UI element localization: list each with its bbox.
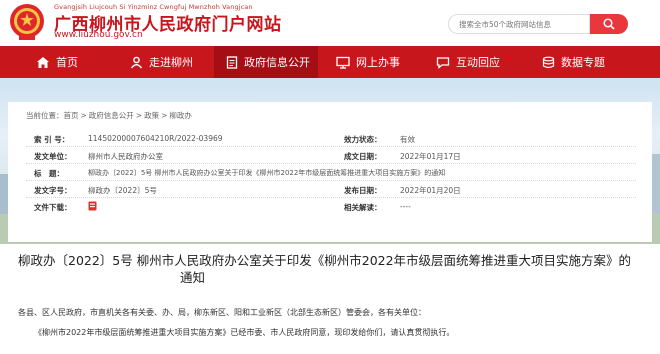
interpretation-label: 相关解读： xyxy=(344,203,382,212)
pdf-download-icon[interactable] xyxy=(88,201,97,211)
download-label: 文件下载： xyxy=(34,203,72,212)
nav-item-gov-info[interactable]: 政府信息公开 xyxy=(214,46,318,78)
info-row: 索 引 号： 1145020000760421­0R/2022-03969 效力… xyxy=(26,130,636,147)
pub-date-value: 2022年01月20日 xyxy=(400,186,461,195)
breadcrumb-separator: > xyxy=(135,111,143,120)
person-icon xyxy=(130,56,143,68)
breadcrumb-link-gov-info[interactable]: 政府信息公开 xyxy=(89,111,134,120)
breadcrumb-link-liuzhengban[interactable]: 柳政办 xyxy=(169,111,192,120)
nav-item-data[interactable]: 数据专题 xyxy=(542,46,605,78)
status-label: 效力状态： xyxy=(344,135,382,144)
national-emblem-icon xyxy=(10,4,44,40)
date-label: 成文日期： xyxy=(344,152,382,161)
info-row: 文件下载： 相关解读： ---- xyxy=(26,198,636,215)
monitor-icon xyxy=(336,56,350,69)
nav-item-online-services[interactable]: 网上办事 xyxy=(336,46,400,78)
status-value: 有效 xyxy=(400,135,415,144)
nav-label: 走进柳州 xyxy=(149,56,193,69)
nav-item-interaction[interactable]: 互动回应 xyxy=(436,46,500,78)
breadcrumb-link-policy[interactable]: 政策 xyxy=(144,111,159,120)
breadcrumb-separator: > xyxy=(161,111,168,120)
nav-item-about[interactable]: 走进柳州 xyxy=(130,46,193,78)
nav-label: 政府信息公开 xyxy=(244,56,310,69)
document-title: 柳政办〔2022〕5号 柳州市人民政府办公室关于印发《柳州市2022年市级层面统… xyxy=(18,252,642,286)
issuer-label: 发文单位： xyxy=(34,152,72,161)
issuer-value: 柳州市人民政府办公室 xyxy=(88,152,163,161)
interpretation-value: ---- xyxy=(400,202,411,211)
info-row: 发文字号： 柳政办〔2022〕5号 发布日期： 2022年01月20日 xyxy=(26,181,636,198)
site-url: www.liuzhou.gov.cn xyxy=(54,30,143,40)
document-info-panel: 当前位置：首页 > 政府信息公开 > 政策 > 柳政办 索 引 号： 11450200007… xyxy=(8,102,652,242)
title-value: 柳政办〔2022〕5号 柳州市人民政府办公室关于印发《柳州市2022年市级层面统… xyxy=(88,169,446,177)
document-body-paragraph: 《柳州市2022年市级层面统筹推进重大项目实施方案》已经市委、市人民政府同意，现… xyxy=(34,328,455,337)
index-value: 1145020000760421­0R/2022-03969 xyxy=(88,134,223,143)
nav-label: 首页 xyxy=(56,56,78,69)
info-row: 标 题： 柳政办〔2022〕5号 柳州市人民政府办公室关于印发《柳州市2022年… xyxy=(26,164,636,181)
search-icon xyxy=(603,18,615,30)
nav-label: 互动回应 xyxy=(456,56,500,69)
data-icon xyxy=(542,56,555,68)
document-title-line2: 通知 xyxy=(180,270,206,285)
docno-value: 柳政办〔2022〕5号 xyxy=(88,186,157,195)
info-row: 发文单位： 柳州市人民政府办公室 成文日期： 2022年01月17日 xyxy=(26,147,636,164)
date-value: 2022年01月17日 xyxy=(400,152,461,161)
index-label: 索 引 号： xyxy=(34,135,70,144)
document-title-line1: 柳政办〔2022〕5号 柳州市人民政府办公室关于印发《柳州市2022年市级层面统… xyxy=(18,253,632,268)
breadcrumb-link-home[interactable]: 首页 xyxy=(64,111,79,120)
docno-label: 发文字号： xyxy=(34,186,72,195)
nav-label: 数据专题 xyxy=(561,56,605,69)
chat-icon xyxy=(436,56,450,69)
breadcrumb-separator: > xyxy=(80,111,87,120)
site-header: Gvangjsih Liujcouh Si Yinzminz Cwngfuj M… xyxy=(0,0,660,46)
breadcrumb-prefix: 当前位置： xyxy=(26,111,64,120)
nav-label: 网上办事 xyxy=(356,56,400,69)
home-icon xyxy=(37,56,49,68)
title-label: 标 题： xyxy=(34,169,64,178)
document-icon xyxy=(226,55,238,69)
breadcrumb: 当前位置：首页 > 政府信息公开 > 政策 > 柳政办 xyxy=(26,110,192,121)
nav-item-home[interactable]: 首页 xyxy=(36,46,78,78)
document-addressee: 各县、区人民政府，市直机关各有关委、办、局，柳东新区、阳和工业新区（北部生态新区… xyxy=(18,308,426,317)
search-input[interactable] xyxy=(448,14,590,34)
search-button[interactable] xyxy=(590,14,628,34)
main-nav: 首页 走进柳州 政府信息公开 网上办事 互动回应 数据专题 xyxy=(0,46,660,78)
pub-date-label: 发布日期： xyxy=(344,186,382,195)
